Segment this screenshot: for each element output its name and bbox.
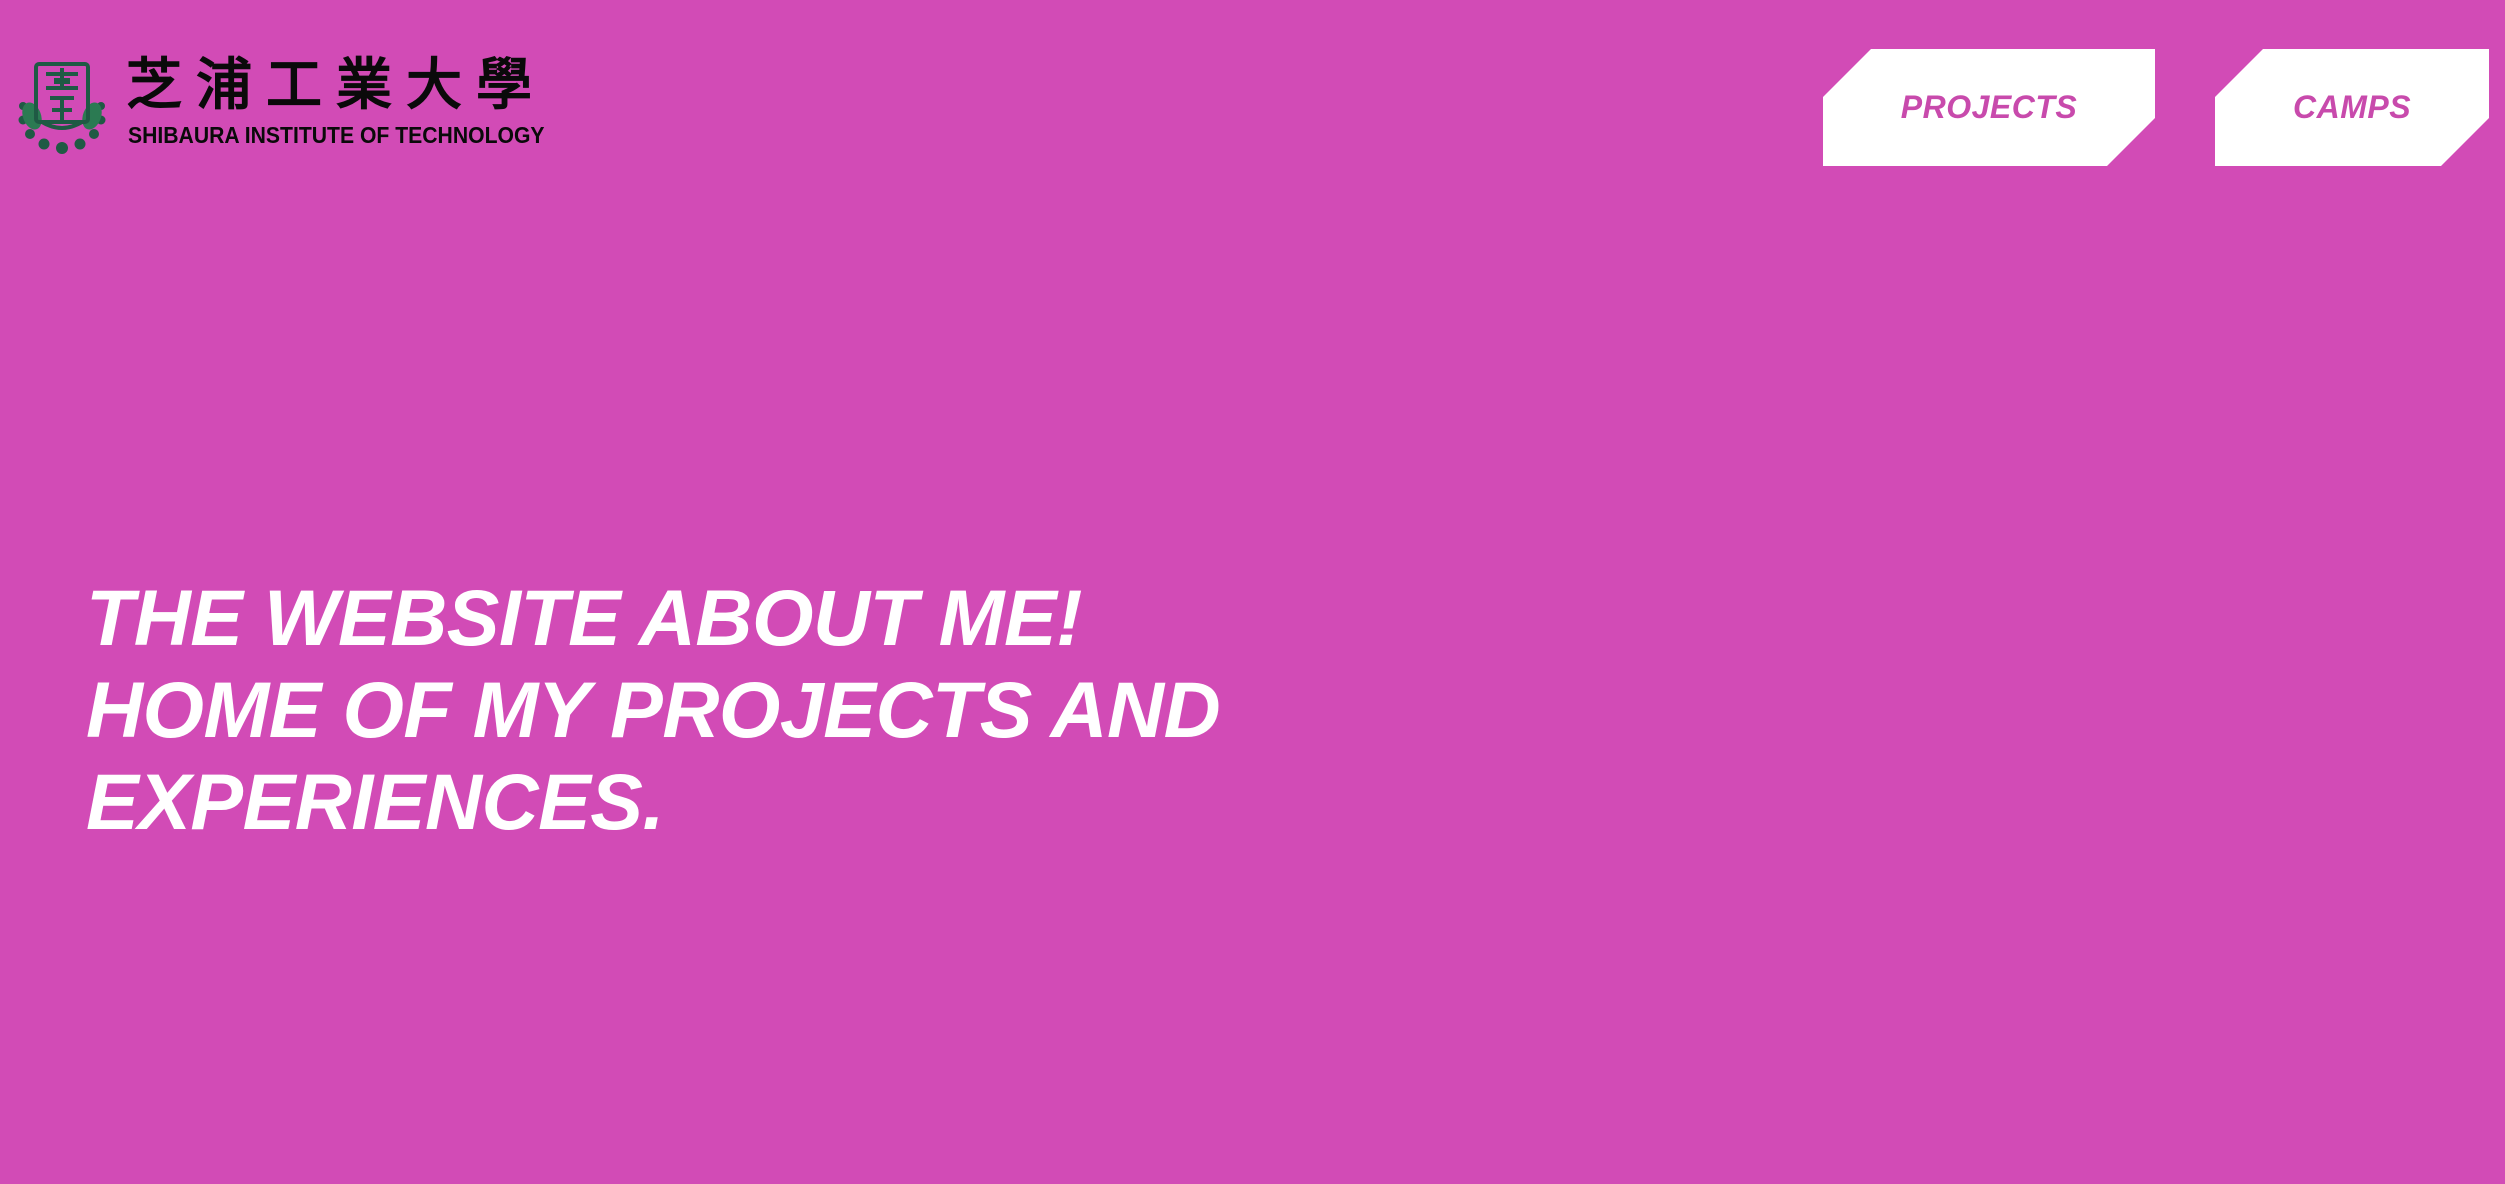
camps-button[interactable]: CAMPS [2215,49,2489,166]
logo-english-text: SHIBAURA INSTITUTE OF TECHNOLOGY [128,122,545,148]
hero-heading: THE WEBSITE ABOUT ME! HOME OF MY PROJECT… [86,572,1386,848]
page: 芝浦工業大學 SHIBAURA INSTITUTE OF TECHNOLOGY … [0,0,2505,1184]
university-logo[interactable]: 芝浦工業大學 SHIBAURA INSTITUTE OF TECHNOLOGY [16,54,566,160]
hero-line-2: HOME OF MY PROJECTS AND [86,665,1221,754]
projects-button[interactable]: PROJECTS [1823,49,2155,166]
hero-line-3: EXPERIENCES. [86,757,664,846]
projects-button-label: PROJECTS [1900,89,2078,125]
university-seal-icon [18,62,106,154]
logo-kanji-text: 芝浦工業大學 [126,53,546,118]
hero-line-1: THE WEBSITE ABOUT ME! [86,573,1082,662]
camps-button-label: CAMPS [2292,89,2412,125]
